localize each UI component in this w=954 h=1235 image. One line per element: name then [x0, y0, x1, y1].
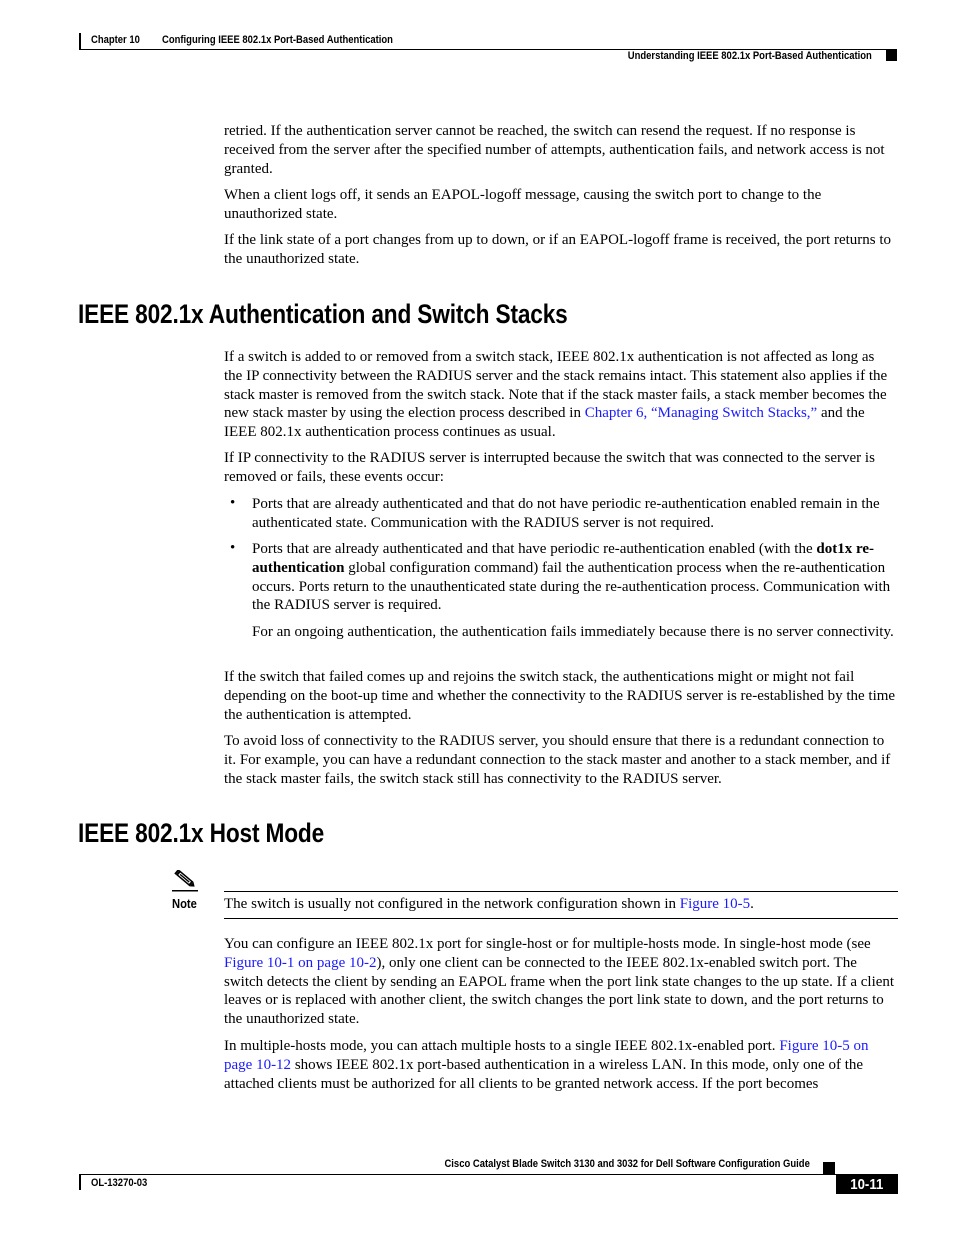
header-chapter: Chapter 10 [91, 34, 140, 46]
pencil-note-icon [172, 870, 198, 892]
note-text: The switch is usually not configured in … [224, 895, 896, 914]
chapter-6-link[interactable]: Chapter 6, “Managing Switch Stacks,” [585, 405, 817, 421]
stacks-paragraph-2: If IP connectivity to the RADIUS server … [224, 450, 875, 485]
intro-paragraph-2: When a client logs off, it sends an EAPO… [224, 187, 822, 222]
note-bottom-rule [224, 918, 898, 919]
footer-rule [79, 1174, 897, 1175]
footer-guide-title: Cisco Catalyst Blade Switch 3130 and 303… [444, 1158, 810, 1170]
page-number: 10-11 [850, 1176, 884, 1193]
bullet-2-subparagraph: For an ongoing authentication, the authe… [252, 624, 894, 640]
footer-page-number-box: 10-11 [836, 1174, 898, 1194]
header-marker-block [886, 50, 897, 61]
host-mode-paragraph-2: In multiple-hosts mode, you can attach m… [224, 1037, 896, 1093]
footer-doc-number: OL-13270-03 [91, 1177, 148, 1189]
note-text-before: The switch is usually not configured in … [224, 896, 680, 912]
stacks-paragraph-4: To avoid loss of connectivity to the RAD… [224, 733, 891, 787]
host-p2-text-after: shows IEEE 802.1x port-based authenticat… [224, 1056, 864, 1092]
intro-paragraph-3: If the link state of a port changes from… [224, 232, 892, 267]
bullet-2-text-a: Ports that are already authenticated and… [252, 541, 817, 557]
section-heading-host-mode: IEEE 802.1x Host Mode [78, 818, 325, 848]
host-p1-text-before: You can configure an IEEE 802.1x port fo… [224, 936, 871, 952]
figure-10-5-link[interactable]: Figure 10-5 [680, 896, 750, 912]
note-top-rule [224, 891, 898, 892]
bullet-item-1: Ports that are already authenticated and… [252, 496, 880, 531]
host-mode-paragraph-1: You can configure an IEEE 802.1x port fo… [224, 935, 896, 1029]
figure-10-1-link[interactable]: Figure 10-1 on page 10-2 [224, 955, 376, 971]
note-label: Note [172, 896, 197, 911]
header-left-bar [79, 33, 81, 50]
footer-left-bar [79, 1174, 81, 1190]
stacks-paragraph-3: If the switch that failed comes up and r… [224, 669, 896, 723]
header-section-title: Understanding IEEE 802.1x Port-Based Aut… [627, 50, 872, 62]
header-chapter-title: Configuring IEEE 802.1x Port-Based Authe… [162, 34, 393, 46]
stacks-paragraph-1: If a switch is added to or removed from … [224, 348, 896, 442]
bullet-2-text-b: global configuration command) fail the a… [252, 559, 891, 614]
intro-paragraph-1: retried. If the authentication server ca… [224, 123, 885, 177]
bullet-item-2: Ports that are already authenticated and… [252, 540, 897, 615]
bullet-icon: • [230, 495, 236, 511]
bullet-icon: • [230, 540, 236, 556]
section-heading-switch-stacks: IEEE 802.1x Authentication and Switch St… [78, 299, 568, 329]
host-p2-text-before: In multiple-hosts mode, you can attach m… [224, 1038, 780, 1054]
note-text-after: . [750, 896, 754, 912]
